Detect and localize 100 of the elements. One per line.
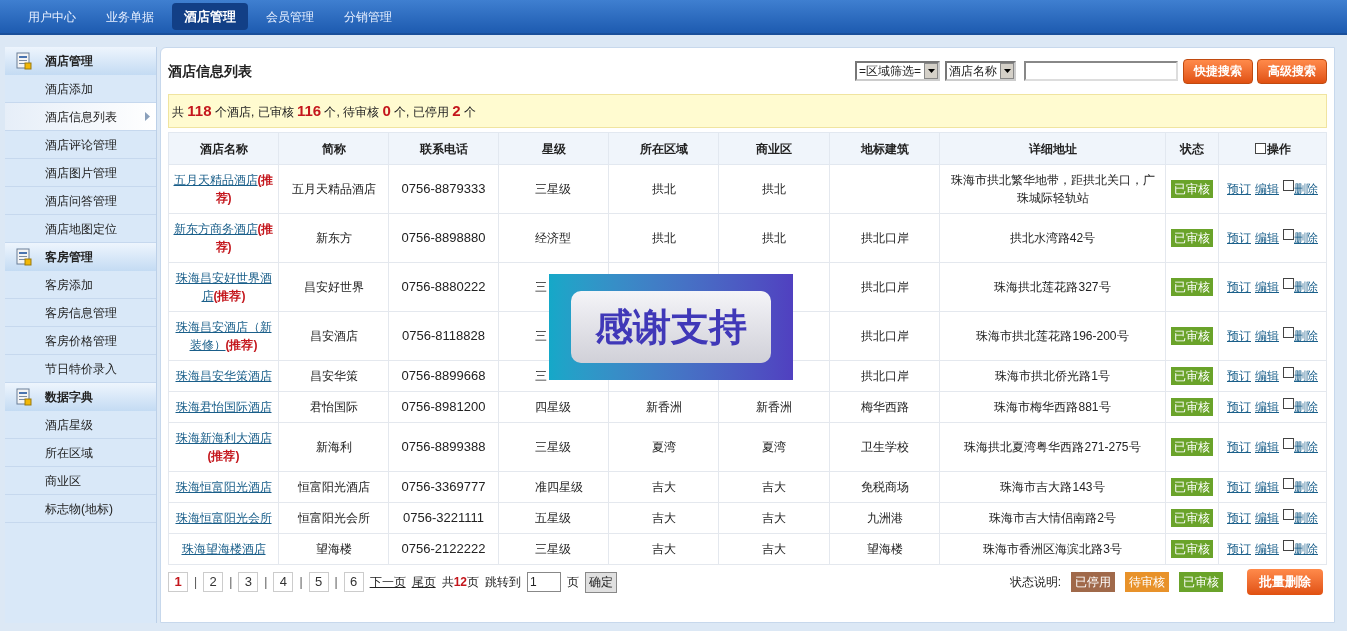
table-cell: 0756-8899388 — [401, 439, 486, 454]
column-header: 状态 — [1165, 132, 1219, 165]
page-link[interactable]: 6 — [343, 572, 364, 592]
table-cell: 新香洲 — [756, 400, 792, 414]
nav-tab[interactable]: 酒店管理 — [172, 3, 248, 30]
table-cell: 珠海市吉大路143号 — [1000, 480, 1105, 494]
page-link[interactable]: 2 — [203, 572, 224, 592]
table-cell: 恒富阳光酒店 — [297, 480, 370, 494]
row-checkbox[interactable] — [1283, 540, 1294, 551]
delete-link[interactable]: 删除 — [1294, 278, 1318, 296]
delete-link[interactable]: 删除 — [1294, 478, 1318, 496]
table-cell: 0756-8879333 — [401, 181, 486, 196]
table-cell: 拱北 — [762, 231, 786, 245]
status-badge: 待审核 — [1125, 572, 1169, 592]
table-cell: 0756-8880222 — [401, 279, 486, 294]
book-link[interactable]: 预订 — [1227, 398, 1251, 416]
row-checkbox[interactable] — [1283, 398, 1294, 409]
page-unit: 页 — [567, 574, 579, 591]
table-cell: 珠海市拱北繁华地带，距拱北关口，广珠城际轻轨站 — [950, 173, 1155, 205]
delete-link[interactable]: 删除 — [1294, 540, 1318, 558]
edit-link[interactable]: 编辑 — [1255, 509, 1279, 527]
table-cell: 恒富阳光会所 — [297, 511, 370, 525]
edit-link[interactable]: 编辑 — [1255, 367, 1279, 385]
status-badge: 已审核 — [1171, 367, 1213, 385]
book-link[interactable]: 预订 — [1227, 540, 1251, 558]
sidebar-item[interactable]: 客房价格管理 — [5, 327, 156, 355]
edit-link[interactable]: 编辑 — [1255, 180, 1279, 198]
page-link[interactable]: 4 — [273, 572, 294, 592]
select-all-checkbox[interactable] — [1254, 143, 1266, 154]
dropdown[interactable]: =区域筛选= — [855, 61, 940, 81]
delete-link[interactable]: 删除 — [1294, 367, 1318, 385]
book-link[interactable]: 预订 — [1227, 438, 1251, 456]
edit-link[interactable]: 编辑 — [1255, 438, 1279, 456]
status-badge: 已停用 — [1071, 572, 1115, 592]
nav-tab[interactable]: 分销管理 — [332, 3, 404, 30]
row-checkbox[interactable] — [1283, 278, 1294, 289]
book-link[interactable]: 预订 — [1227, 327, 1251, 345]
delete-link[interactable]: 删除 — [1294, 398, 1318, 416]
page-link[interactable]: 3 — [238, 572, 259, 592]
sidebar-item[interactable]: 商业区 — [5, 467, 156, 495]
row-checkbox[interactable] — [1283, 327, 1294, 338]
status-badge: 已审核 — [1171, 478, 1213, 496]
sidebar-item[interactable]: 酒店星级 — [5, 411, 156, 439]
delete-link[interactable]: 删除 — [1294, 438, 1318, 456]
row-checkbox[interactable] — [1283, 438, 1294, 449]
column-header: 详细地址 — [939, 132, 1166, 165]
delete-link[interactable]: 删除 — [1294, 327, 1318, 345]
delete-link[interactable]: 删除 — [1294, 509, 1318, 527]
nav-tab[interactable]: 会员管理 — [254, 3, 326, 30]
edit-link[interactable]: 编辑 — [1255, 327, 1279, 345]
next-page-link[interactable]: 下一页 — [369, 573, 406, 591]
book-link[interactable]: 预订 — [1227, 278, 1251, 296]
section-title: 数据字典 — [45, 389, 93, 406]
search-field[interactable] — [1024, 61, 1178, 81]
panel-title: 酒店信息列表 — [168, 61, 252, 81]
book-link[interactable]: 预订 — [1227, 229, 1251, 247]
edit-link[interactable]: 编辑 — [1255, 278, 1279, 296]
table-cell: 经济型 — [535, 231, 571, 245]
page-separator: | — [264, 574, 268, 591]
section-title: 客房管理 — [45, 249, 93, 266]
table-cell: 0756-8118828 — [402, 328, 485, 343]
table-cell: 三星级 — [535, 182, 571, 196]
page-link[interactable]: 5 — [308, 572, 329, 592]
sidebar-item[interactable]: 客房信息管理 — [5, 299, 156, 327]
nav-tab[interactable]: 业务单据 — [94, 3, 166, 30]
sidebar-item[interactable]: 标志物(地标) — [5, 495, 156, 523]
section-title: 酒店管理 — [45, 53, 93, 70]
sidebar-item[interactable]: 酒店图片管理 — [5, 159, 156, 187]
book-link[interactable]: 预订 — [1227, 180, 1251, 198]
table-cell: 拱北口岸 — [860, 280, 909, 294]
table-cell: 吉大 — [762, 511, 786, 525]
edit-link[interactable]: 编辑 — [1255, 540, 1279, 558]
edit-link[interactable]: 编辑 — [1255, 478, 1279, 496]
page-input[interactable]: 1 — [527, 572, 561, 592]
edit-link[interactable]: 编辑 — [1255, 229, 1279, 247]
go-button[interactable]: 确定 — [585, 571, 617, 593]
delete-link[interactable]: 删除 — [1294, 229, 1318, 247]
sidebar-item[interactable]: 所在区域 — [5, 439, 156, 467]
delete-link[interactable]: 删除 — [1294, 180, 1318, 198]
row-checkbox[interactable] — [1283, 509, 1294, 520]
sidebar-item[interactable]: 酒店问答管理 — [5, 187, 156, 215]
page-separator: | — [334, 574, 338, 591]
sidebar-item[interactable]: 客房添加 — [5, 271, 156, 299]
nav-tab[interactable]: 用户中心 — [16, 3, 88, 30]
page-link[interactable]: 1 — [168, 572, 188, 592]
dropdown[interactable]: 酒店名称 — [945, 61, 1016, 81]
book-link[interactable]: 预订 — [1227, 367, 1251, 385]
row-checkbox[interactable] — [1283, 478, 1294, 489]
row-checkbox[interactable] — [1283, 229, 1294, 240]
table-cell: 五星级 — [535, 511, 571, 525]
last-page-link[interactable]: 尾页 — [411, 573, 436, 591]
row-checkbox[interactable] — [1283, 367, 1294, 378]
book-link[interactable]: 预订 — [1227, 478, 1251, 496]
sidebar-item[interactable]: 酒店信息列表 — [5, 103, 156, 131]
table-cell: 君怡国际 — [309, 400, 358, 414]
row-checkbox[interactable] — [1283, 180, 1294, 191]
sidebar-item[interactable]: 酒店评论管理 — [5, 131, 156, 159]
book-link[interactable]: 预订 — [1227, 509, 1251, 527]
edit-link[interactable]: 编辑 — [1255, 398, 1279, 416]
legend-label: 状态说明: — [1009, 574, 1061, 591]
